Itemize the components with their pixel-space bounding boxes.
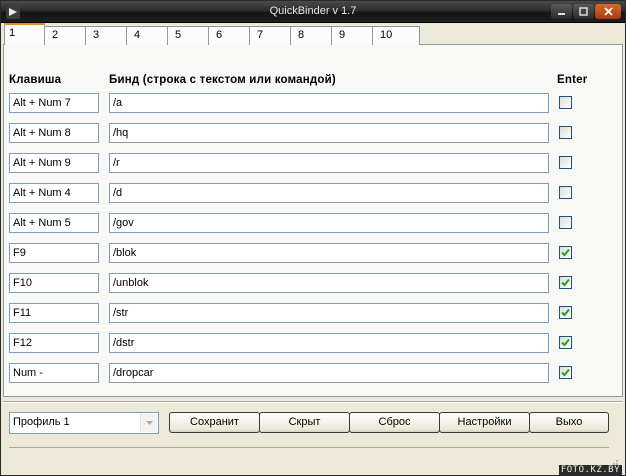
chevron-down-icon	[145, 421, 153, 425]
checkmark-icon	[561, 368, 570, 377]
tab-9[interactable]: 9	[331, 26, 373, 45]
tab-7[interactable]: 7	[249, 26, 291, 45]
enter-checkbox[interactable]	[559, 336, 572, 349]
close-icon	[603, 7, 613, 16]
bind-field[interactable]: /a	[109, 93, 549, 113]
window-title: QuickBinder v 1.7	[269, 5, 357, 17]
column-header-key: Клавиша	[9, 74, 62, 86]
enter-checkbox[interactable]	[559, 186, 572, 199]
checkmark-icon	[561, 248, 570, 257]
watermark: FOTO.KZ.BY	[558, 465, 622, 475]
key-field[interactable]: Num -	[9, 363, 99, 383]
key-field[interactable]: Alt + Num 9	[9, 153, 99, 173]
tab-4[interactable]: 4	[126, 26, 168, 45]
tab-10[interactable]: 10	[372, 26, 420, 45]
tab-2[interactable]: 2	[44, 26, 86, 45]
key-field[interactable]: F9	[9, 243, 99, 263]
bind-field[interactable]: /gov	[109, 213, 549, 233]
checkmark-icon	[561, 278, 570, 287]
enter-checkbox[interactable]	[559, 126, 572, 139]
minimize-icon	[558, 13, 565, 15]
tab-8[interactable]: 8	[290, 26, 332, 45]
enter-checkbox[interactable]	[559, 366, 572, 379]
enter-checkbox[interactable]	[559, 276, 572, 289]
bind-field[interactable]: /hq	[109, 123, 549, 143]
tab-6[interactable]: 6	[208, 26, 250, 45]
maximize-button[interactable]	[573, 4, 594, 19]
bind-field[interactable]: /unblok	[109, 273, 549, 293]
profile-select-value: Профиль 1	[13, 416, 70, 428]
bind-field[interactable]: /dstr	[109, 333, 549, 353]
column-header-bind: Бинд (строка с текстом или командой)	[109, 74, 336, 86]
key-field[interactable]: Alt + Num 7	[9, 93, 99, 113]
checkmark-icon	[561, 308, 570, 317]
status-bar	[9, 447, 609, 469]
hide-button[interactable]: Скрыт	[259, 412, 350, 433]
tab-1[interactable]: 1	[4, 23, 45, 46]
settings-button[interactable]: Настройки	[439, 412, 530, 433]
tab-3[interactable]: 3	[85, 26, 127, 45]
close-button[interactable]	[595, 4, 621, 19]
bind-field[interactable]: /d	[109, 183, 549, 203]
enter-checkbox[interactable]	[559, 246, 572, 259]
app-window: QuickBinder v 1.7 1 2 3 4 5 6 7 8 9 10 К…	[0, 0, 626, 476]
key-field[interactable]: Alt + Num 4	[9, 183, 99, 203]
tab-strip: 1 2 3 4 5 6 7 8 9 10	[3, 23, 623, 46]
key-field[interactable]: F12	[9, 333, 99, 353]
bind-field[interactable]: /r	[109, 153, 549, 173]
profile-select-dropdown[interactable]	[140, 414, 157, 432]
separator	[3, 401, 623, 403]
checkmark-icon	[561, 338, 570, 347]
maximize-icon	[579, 7, 588, 16]
profile-select[interactable]: Профиль 1	[9, 412, 159, 434]
exit-button[interactable]: Выхо	[529, 412, 609, 433]
enter-checkbox[interactable]	[559, 156, 572, 169]
bind-field[interactable]: /str	[109, 303, 549, 323]
title-bar[interactable]: QuickBinder v 1.7	[1, 1, 625, 23]
bind-field[interactable]: /blok	[109, 243, 549, 263]
enter-checkbox[interactable]	[559, 96, 572, 109]
column-header-enter: Enter	[557, 74, 588, 86]
reset-button[interactable]: Сброс	[349, 412, 440, 433]
key-field[interactable]: F11	[9, 303, 99, 323]
key-field[interactable]: Alt + Num 5	[9, 213, 99, 233]
enter-checkbox[interactable]	[559, 306, 572, 319]
enter-checkbox[interactable]	[559, 216, 572, 229]
tab-5[interactable]: 5	[167, 26, 209, 45]
save-button[interactable]: Сохранит	[169, 412, 260, 433]
minimize-button[interactable]	[551, 4, 572, 19]
bind-field[interactable]: /dropcar	[109, 363, 549, 383]
key-field[interactable]: F10	[9, 273, 99, 293]
key-field[interactable]: Alt + Num 8	[9, 123, 99, 143]
